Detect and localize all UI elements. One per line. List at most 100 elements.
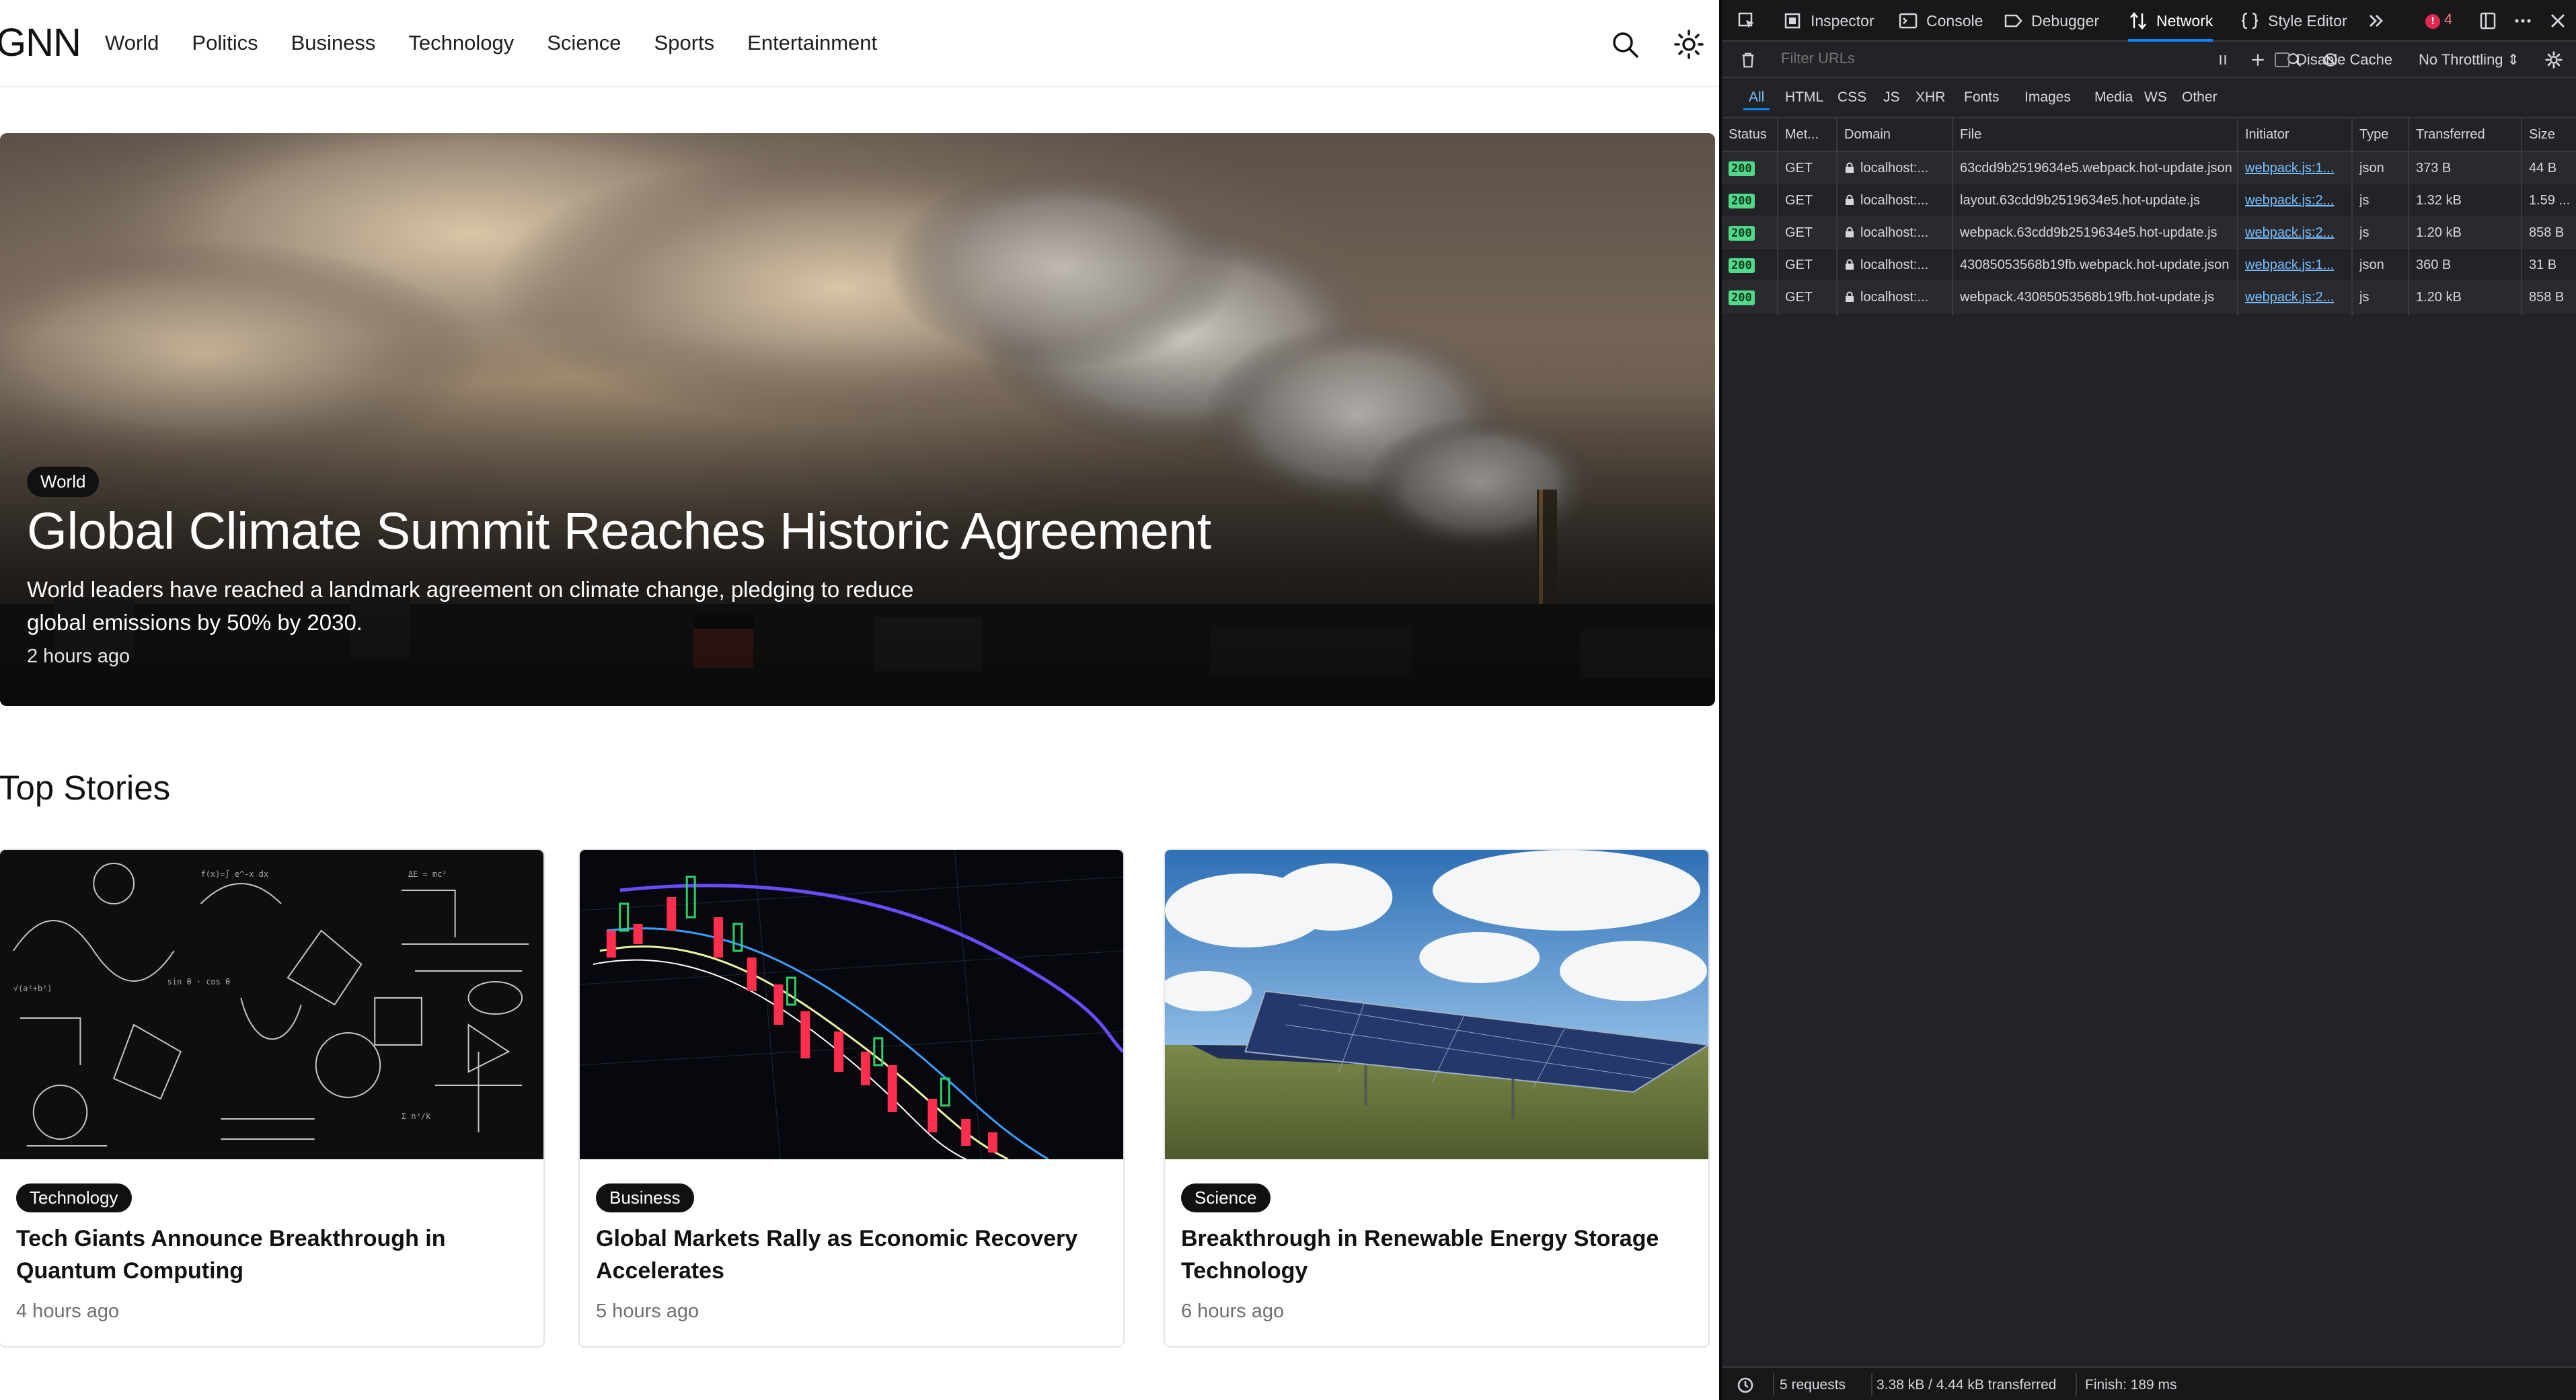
lock-icon xyxy=(1846,194,1854,205)
cell-initiator[interactable]: webpack.js:2... xyxy=(2245,225,2346,241)
column-separator xyxy=(2521,118,2522,316)
story-category-badge: Business xyxy=(596,1183,694,1212)
tab-inspector[interactable]: Inspector xyxy=(1782,11,1874,31)
filter-all[interactable]: All xyxy=(1743,89,1770,110)
element-picker-icon[interactable] xyxy=(1737,11,1765,31)
column-separator xyxy=(1952,118,1953,316)
tab-style-editor[interactable]: Style Editor xyxy=(2240,11,2347,31)
filter-images[interactable]: Images xyxy=(2024,89,2071,106)
cell-initiator[interactable]: webpack.js:2... xyxy=(2245,290,2346,305)
col-transferred[interactable]: Transferred xyxy=(2416,127,2485,143)
cell-initiator[interactable]: webpack.js:2... xyxy=(2245,193,2346,208)
domain-text: localhost:... xyxy=(1860,225,1929,240)
cell-size: 44 B xyxy=(2529,161,2557,176)
story-title[interactable]: Tech Giants Announce Breakthrough in Qua… xyxy=(16,1222,514,1287)
hero-title[interactable]: Global Climate Summit Reaches Historic A… xyxy=(27,502,1211,561)
column-separator xyxy=(2351,118,2353,316)
status-badge: 200 xyxy=(1729,226,1755,241)
table-header: Status Met... Domain File Initiator Type… xyxy=(1722,118,2576,152)
tab-console[interactable]: Console xyxy=(1898,11,1983,31)
network-icon xyxy=(2130,12,2146,30)
nav-link-technology[interactable]: Technology xyxy=(408,31,514,55)
filter-other[interactable]: Other xyxy=(2182,89,2218,106)
table-row[interactable]: 200 GET localhost:... 63cdd9b2519634e5.webp… xyxy=(1722,152,2576,184)
col-file[interactable]: File xyxy=(1960,127,1981,143)
trash-icon[interactable] xyxy=(1737,48,1759,71)
story-card[interactable]: Science Breakthrough in Renewable Energy… xyxy=(1164,849,1710,1348)
top-stories-heading: Top Stories xyxy=(0,769,171,807)
network-status-bar: 5 requests 3.38 kB / 4.44 kB transferred… xyxy=(1722,1366,2576,1400)
col-status[interactable]: Status xyxy=(1729,127,1767,143)
error-count-badge[interactable]: ! 4 xyxy=(2425,11,2452,29)
throttling-select[interactable]: No Throttling ⇕ xyxy=(2419,51,2520,69)
col-size[interactable]: Size xyxy=(2529,127,2555,143)
nav-links: World Politics Business Technology Scien… xyxy=(105,31,910,55)
status-badge: 200 xyxy=(1729,161,1755,176)
cell-size: 1.59 ... xyxy=(2529,193,2571,208)
sun-icon[interactable] xyxy=(1673,28,1705,61)
nav-link-entertainment[interactable]: Entertainment xyxy=(747,31,877,55)
table-body: 200 GET localhost:... 63cdd9b2519634e5.webp… xyxy=(1722,152,2576,313)
tab-network[interactable]: Network xyxy=(2128,11,2213,42)
nav-link-sports[interactable]: Sports xyxy=(654,31,715,55)
col-domain[interactable]: Domain xyxy=(1844,127,1891,143)
tab-style-editor-label: Style Editor xyxy=(2268,11,2347,30)
cell-transferred: 1.32 kB xyxy=(2416,193,2462,208)
cell-method: GET xyxy=(1785,161,1813,176)
tab-inspector-label: Inspector xyxy=(1811,11,1874,30)
debugger-icon xyxy=(2004,14,2022,28)
error-icon: ! xyxy=(2425,14,2440,29)
tab-network-label: Network xyxy=(2156,11,2213,30)
nav-link-business[interactable]: Business xyxy=(291,31,376,55)
story-title[interactable]: Breakthrough in Renewable Energy Storage… xyxy=(1181,1222,1679,1287)
filter-xhr[interactable]: XHR xyxy=(1916,89,1945,106)
plus-icon[interactable] xyxy=(2246,48,2269,71)
status-badge: 200 xyxy=(1729,258,1755,273)
table-row[interactable]: 200 GET localhost:... webpack.63cdd9b251963… xyxy=(1722,217,2576,249)
cell-type: js xyxy=(2359,290,2370,305)
table-row[interactable]: 200 GET localhost:... webpack.43085053568b1… xyxy=(1722,281,2576,313)
search-icon[interactable] xyxy=(1609,28,1641,61)
col-type[interactable]: Type xyxy=(2359,127,2388,143)
devtools-panel: Inspector Console Debugger Network Style… xyxy=(1719,0,2576,1400)
settings-gear-icon[interactable] xyxy=(2542,48,2565,71)
performance-clock-icon[interactable] xyxy=(1735,1374,1755,1399)
cell-domain: localhost:... xyxy=(1844,225,1928,241)
story-card[interactable]: Business Global Markets Rally as Economi… xyxy=(578,849,1125,1348)
nav-link-politics[interactable]: Politics xyxy=(192,31,258,55)
nav-link-world[interactable]: World xyxy=(105,31,159,55)
table-row[interactable]: 200 GET localhost:... 43085053568b19fb.webp… xyxy=(1722,249,2576,281)
status-badge: 200 xyxy=(1729,290,1755,305)
filter-urls-input[interactable] xyxy=(1781,50,2131,67)
filter-js[interactable]: JS xyxy=(1883,89,1900,106)
cell-file: webpack.43085053568b19fb.hot-update.js xyxy=(1960,290,2215,305)
table-row[interactable]: 200 GET localhost:... layout.63cdd9b2519634… xyxy=(1722,184,2576,217)
hero-description: World leaders have reached a landmark ag… xyxy=(27,577,914,635)
filter-ws[interactable]: WS xyxy=(2144,89,2167,106)
more-options-icon[interactable] xyxy=(2513,11,2541,31)
story-timestamp: 6 hours ago xyxy=(1181,1300,1285,1322)
cell-type: json xyxy=(2359,161,2384,176)
status-separator xyxy=(1871,1373,1872,1396)
site-logo[interactable]: GNN xyxy=(0,20,81,65)
col-initiator[interactable]: Initiator xyxy=(2245,127,2289,143)
filter-fonts[interactable]: Fonts xyxy=(1964,89,2000,106)
tab-debugger[interactable]: Debugger xyxy=(2003,11,2099,31)
column-separator xyxy=(2237,118,2238,316)
overflow-tabs-icon[interactable] xyxy=(2366,11,2394,31)
story-title[interactable]: Global Markets Rally as Economic Recover… xyxy=(596,1222,1094,1287)
cell-initiator[interactable]: webpack.js:1... xyxy=(2245,258,2346,273)
filter-media[interactable]: Media xyxy=(2094,89,2133,106)
hero-article[interactable]: World Global Climate Summit Reaches Hist… xyxy=(0,133,1715,706)
disable-cache-checkbox[interactable]: Disable Cache xyxy=(2275,51,2392,69)
col-method[interactable]: Met... xyxy=(1785,127,1819,143)
nav-link-science[interactable]: Science xyxy=(547,31,621,55)
pause-icon[interactable] xyxy=(2211,48,2234,71)
cell-initiator[interactable]: webpack.js:1... xyxy=(2245,161,2346,176)
story-card[interactable]: f(x)=∫ e^-x dx ΔE = mc² √(a²+b²) Σ n²/k sin… xyxy=(0,849,545,1348)
cell-type: js xyxy=(2359,225,2370,240)
filter-css[interactable]: CSS xyxy=(1838,89,1866,106)
dock-toggle-icon[interactable] xyxy=(2478,11,2506,31)
close-devtools-icon[interactable] xyxy=(2548,11,2576,31)
filter-html[interactable]: HTML xyxy=(1785,89,1823,106)
